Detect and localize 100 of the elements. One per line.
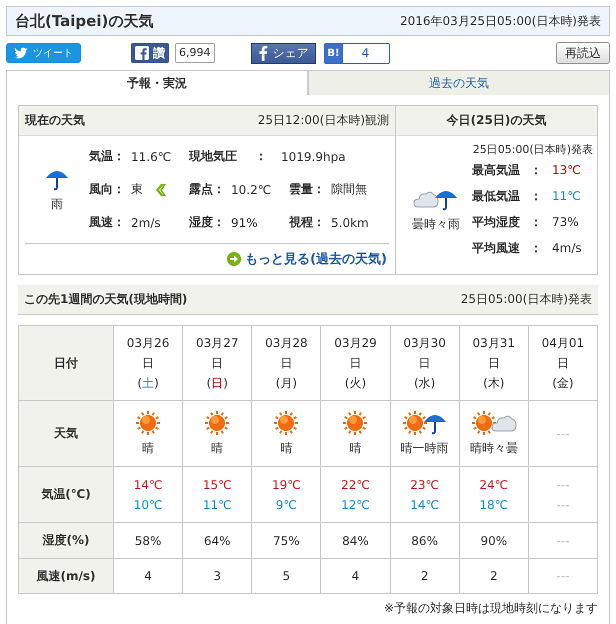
high-temp: 15℃ — [202, 476, 233, 494]
tab[interactable]: 過去の天気 — [308, 70, 610, 95]
separator: ： — [313, 214, 325, 231]
reload-button[interactable]: 再読込 — [556, 42, 610, 64]
high-temp: 22℃ — [340, 476, 371, 494]
low-temp: --- — [555, 496, 570, 514]
weekday: 金 — [556, 376, 569, 390]
issued-time: 25日05:00(日本時)発表 — [472, 142, 594, 157]
high-temp: --- — [555, 476, 570, 494]
date-cell: 03月26 日 (土) — [114, 326, 183, 400]
weather-text: 晴一時雨 — [400, 441, 449, 455]
issued-time: 2016年03月25日05:00(日本時)発表 — [400, 12, 601, 30]
table-cell: 64% — [182, 522, 252, 558]
footnote: ※予報の対象日時は現地時刻になります — [384, 601, 598, 615]
separator: ： — [213, 181, 225, 198]
separator: ： — [113, 148, 125, 165]
weather-text: 曇時々雨 — [412, 216, 460, 232]
table-cell: 4 — [320, 558, 390, 594]
separator: ： — [113, 214, 125, 231]
date-cell: 03月29 日 (火) — [320, 326, 390, 400]
weekday: 水 — [418, 376, 431, 390]
separator: ： — [255, 148, 267, 165]
date-cell: 03月30 日 (水) — [390, 326, 460, 400]
weekday: 火 — [349, 376, 362, 390]
more-link[interactable]: もっと見る(過去の天気) — [227, 250, 387, 268]
sun-icon — [402, 410, 428, 436]
field-label: 露点 — [189, 181, 213, 198]
sun-icon — [273, 410, 300, 436]
high-temp: 14℃ — [132, 476, 164, 494]
table-cell: 75% — [252, 522, 321, 558]
field-value: 1019.9hpa — [281, 150, 346, 164]
sun-icon — [342, 410, 368, 436]
table-cell: --- — [528, 558, 598, 594]
field-value: 5.0km — [331, 216, 369, 230]
weather-text: 晴 — [142, 441, 154, 455]
table-cell: 2 — [390, 558, 460, 594]
low-temp: 9℃ — [274, 496, 298, 514]
like-count: 6,994 — [175, 43, 214, 63]
field-label: 雲量 — [289, 181, 313, 198]
field-label: 風向 — [89, 181, 113, 198]
separator: ： — [530, 188, 542, 204]
weather-text: 晴 — [280, 441, 292, 455]
table-cell: 5 — [252, 558, 321, 594]
tab[interactable]: 予報・実況 — [6, 70, 308, 95]
row-header: 気温(℃) — [18, 466, 114, 522]
row-header: 湿度(%) — [18, 522, 114, 558]
section-title: 今日(25日)の天気 — [446, 112, 546, 129]
bookmark-logo: B! — [324, 44, 342, 62]
stat-value: 73% — [552, 215, 579, 229]
separator: ： — [113, 181, 125, 198]
stat-value: 4m/s — [552, 241, 582, 255]
weekday: 月 — [280, 376, 292, 390]
weather-text: 雨 — [51, 196, 63, 213]
low-temp: 12℃ — [340, 496, 371, 514]
bookmark-count: 4 — [360, 44, 370, 62]
weather-text: 晴 — [211, 441, 224, 455]
table-cell: --- — [528, 522, 598, 558]
field-label: 風速 — [89, 214, 113, 231]
chevron-icon — [155, 182, 167, 196]
facebook-icon — [135, 46, 149, 60]
stat-value: 11℃ — [552, 189, 581, 203]
stat-label: 最高気温 — [472, 162, 520, 178]
date-cell: 03月31 日 (木) — [459, 326, 528, 400]
weather-text: --- — [556, 426, 570, 440]
sun-icon — [204, 410, 230, 436]
field-value: 91% — [231, 216, 258, 230]
weekday: 土 — [142, 376, 154, 390]
high-temp: 24℃ — [478, 476, 510, 494]
field-value: 11.6℃ — [131, 150, 172, 164]
low-temp: 11℃ — [202, 496, 233, 514]
row-header: 日付 — [18, 326, 114, 400]
table-cell: 2 — [459, 558, 528, 594]
field-label: 視程 — [289, 214, 313, 231]
observed-time: 25日12:00(日本時)観測 — [258, 112, 389, 129]
section-title: 現在の天気 — [25, 112, 85, 129]
separator: ： — [530, 214, 542, 230]
page-title: 台北(Taipei)の天気 — [15, 12, 154, 30]
field-label: 気温 — [89, 148, 113, 165]
table-cell: 84% — [320, 522, 390, 558]
weather-text: 晴時々曇 — [470, 441, 518, 455]
field-label: 湿度 — [189, 214, 213, 231]
field-value: 東 — [131, 181, 143, 198]
issued-time: 25日05:00(日本時)発表 — [460, 291, 592, 308]
row-header: 天気 — [18, 400, 114, 466]
table-cell: 4 — [114, 558, 183, 594]
like-button[interactable]: 讚 — [131, 43, 169, 63]
table-cell: 3 — [182, 558, 252, 594]
separator: ： — [530, 240, 542, 256]
table-cell: 90% — [459, 522, 528, 558]
separator: ： — [313, 181, 325, 198]
separator: ： — [530, 162, 542, 178]
weather-text: 晴 — [349, 441, 362, 455]
bookmark-button[interactable]: B! 4 — [324, 42, 390, 64]
share-button[interactable]: シェア — [250, 42, 316, 64]
table-cell: 86% — [390, 522, 460, 558]
high-temp: 23℃ — [409, 476, 440, 494]
weekday: 木 — [488, 376, 500, 390]
facebook-icon — [258, 45, 268, 61]
field-label: 現地気圧 — [189, 148, 237, 165]
bird-icon — [14, 47, 28, 59]
